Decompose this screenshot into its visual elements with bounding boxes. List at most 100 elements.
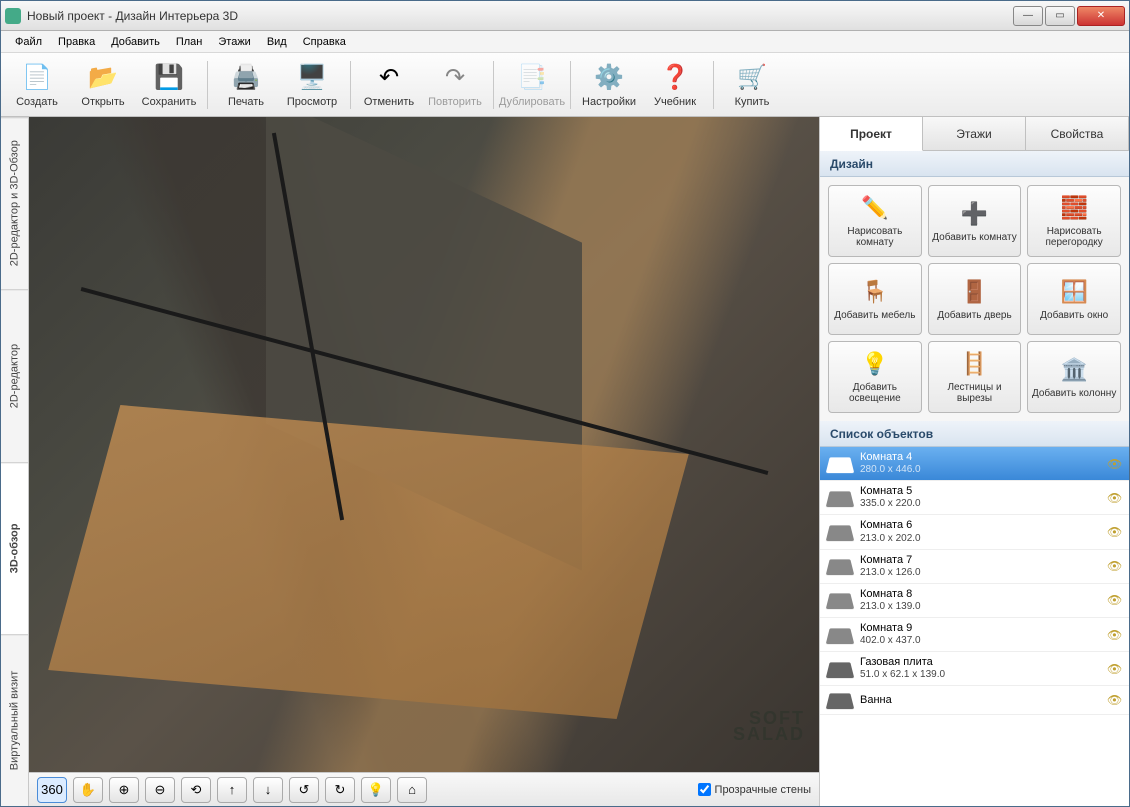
- object-list-item[interactable]: Ванна👁: [820, 686, 1129, 715]
- window-controls: — ▭ ✕: [1013, 6, 1125, 26]
- room-edges: [29, 117, 819, 772]
- menu-item-6[interactable]: Справка: [295, 33, 354, 51]
- design-label: Добавить колонну: [1032, 388, 1116, 399]
- toolbar-open-button[interactable]: 📂Открыть: [71, 56, 135, 114]
- object-list-item[interactable]: Газовая плита51.0 x 62.1 x 139.0👁: [820, 652, 1129, 686]
- transparent-walls-checkbox[interactable]: Прозрачные стены: [698, 783, 811, 796]
- 3d-viewport[interactable]: SOFT SALAD: [29, 117, 819, 772]
- object-list-item[interactable]: Комната 8213.0 x 139.0👁: [820, 584, 1129, 618]
- object-list-item[interactable]: Комната 6213.0 x 202.0👁: [820, 515, 1129, 549]
- undo-icon: ↶: [373, 62, 405, 94]
- visibility-eye-icon[interactable]: 👁: [1107, 525, 1121, 539]
- view-zoom-in-button[interactable]: ⊕: [109, 777, 139, 803]
- view-pan-button[interactable]: ✋: [73, 777, 103, 803]
- design-label: Нарисовать комнату: [831, 226, 919, 248]
- view-home-button[interactable]: ⌂: [397, 777, 427, 803]
- object-list-item[interactable]: Комната 7213.0 x 126.0👁: [820, 550, 1129, 584]
- design-label: Лестницы и вырезы: [931, 382, 1019, 404]
- app-icon: [5, 8, 21, 24]
- toolbar-preview-button[interactable]: 🖥️Просмотр: [280, 56, 344, 114]
- object-list[interactable]: Комната 4280.0 x 446.0👁Комната 5335.0 x …: [820, 447, 1129, 806]
- visibility-eye-icon[interactable]: 👁: [1107, 662, 1121, 676]
- design-tools-grid: ✏️ Нарисовать комнату ➕Добавить комнату 🧱 На…: [820, 177, 1129, 421]
- close-button[interactable]: ✕: [1077, 6, 1125, 26]
- room-icon: [826, 491, 855, 507]
- appliance-icon: [826, 662, 855, 678]
- toolbar-label: Сохранить: [142, 96, 197, 108]
- menu-item-3[interactable]: План: [168, 33, 211, 51]
- right-tab[interactable]: Проект: [820, 117, 923, 151]
- object-list-item[interactable]: Комната 4280.0 x 446.0👁: [820, 447, 1129, 481]
- object-size: 335.0 x 220.0: [860, 498, 1099, 510]
- design-icon: 🧱: [1060, 194, 1088, 222]
- separator: [493, 61, 494, 109]
- checkbox-label: Прозрачные стены: [715, 784, 811, 796]
- left-tab[interactable]: Виртуальный визит: [1, 634, 28, 806]
- room-icon: [826, 628, 855, 644]
- view-zoom-out-button[interactable]: ⊖: [145, 777, 175, 803]
- preview-icon: 🖥️: [296, 62, 328, 94]
- design-button[interactable]: 🪟Добавить окно: [1027, 263, 1121, 335]
- left-tab[interactable]: 2D-редактор и 3D-Обзор: [1, 117, 28, 289]
- design-button[interactable]: ➕Добавить комнату: [928, 185, 1022, 257]
- left-tab[interactable]: 2D-редактор: [1, 289, 28, 461]
- visibility-eye-icon[interactable]: 👁: [1107, 593, 1121, 607]
- design-icon: ➕: [960, 200, 988, 228]
- design-button[interactable]: 💡Добавить освещение: [828, 341, 922, 413]
- design-icon: 💡: [861, 350, 889, 378]
- menu-item-4[interactable]: Этажи: [210, 33, 258, 51]
- visibility-eye-icon[interactable]: 👁: [1107, 559, 1121, 573]
- design-button[interactable]: 🪑Добавить мебель: [828, 263, 922, 335]
- view-orbit-r-button[interactable]: ↻: [325, 777, 355, 803]
- view-rot-reset-button[interactable]: ⟲: [181, 777, 211, 803]
- object-list-item[interactable]: Комната 9402.0 x 437.0👁: [820, 618, 1129, 652]
- left-tab[interactable]: 3D-обзор: [1, 462, 28, 634]
- design-icon: ✏️: [861, 194, 889, 222]
- toolbar-label: Учебник: [654, 96, 696, 108]
- visibility-eye-icon[interactable]: 👁: [1107, 457, 1121, 471]
- visibility-eye-icon[interactable]: 👁: [1107, 491, 1121, 505]
- view-360-button[interactable]: 360: [37, 777, 67, 803]
- design-button[interactable]: 🧱 Нарисовать перегородку: [1027, 185, 1121, 257]
- design-label: Нарисовать перегородку: [1030, 226, 1118, 248]
- object-list-item[interactable]: Комната 5335.0 x 220.0👁: [820, 481, 1129, 515]
- minimize-button[interactable]: —: [1013, 6, 1043, 26]
- view-up-button[interactable]: ↑: [217, 777, 247, 803]
- menu-item-0[interactable]: Файл: [7, 33, 50, 51]
- viewport-toolbar: 360✋⊕⊖⟲↑↓↺↻💡⌂ Прозрачные стены: [29, 772, 819, 806]
- visibility-eye-icon[interactable]: 👁: [1107, 628, 1121, 642]
- design-button[interactable]: ✏️ Нарисовать комнату: [828, 185, 922, 257]
- right-tab[interactable]: Этажи: [923, 117, 1026, 150]
- right-tab[interactable]: Свойства: [1026, 117, 1129, 150]
- toolbar-create-button[interactable]: 📄Создать: [5, 56, 69, 114]
- maximize-button[interactable]: ▭: [1045, 6, 1075, 26]
- object-name: Комната 4: [860, 451, 1099, 464]
- duplicate-icon: 📑: [516, 62, 548, 94]
- design-label: Добавить дверь: [937, 310, 1011, 321]
- toolbar-undo-button[interactable]: ↶Отменить: [357, 56, 421, 114]
- view-orbit-l-button[interactable]: ↺: [289, 777, 319, 803]
- design-button[interactable]: 🚪Добавить дверь: [928, 263, 1022, 335]
- menubar: ФайлПравкаДобавитьПланЭтажиВидСправка: [1, 31, 1129, 53]
- separator: [350, 61, 351, 109]
- transparent-walls-input[interactable]: [698, 783, 711, 796]
- toolbar-settings-button[interactable]: ⚙️Настройки: [577, 56, 641, 114]
- appliance-icon: [826, 694, 855, 710]
- visibility-eye-icon[interactable]: 👁: [1107, 693, 1121, 707]
- view-down-button[interactable]: ↓: [253, 777, 283, 803]
- toolbar-print-button[interactable]: 🖨️Печать: [214, 56, 278, 114]
- toolbar-label: Дублировать: [499, 96, 565, 108]
- toolbar-buy-button[interactable]: 🛒Купить: [720, 56, 784, 114]
- toolbar-tutorial-button[interactable]: ❓Учебник: [643, 56, 707, 114]
- view-light-button[interactable]: 💡: [361, 777, 391, 803]
- design-button[interactable]: 🏛️Добавить колонну: [1027, 341, 1121, 413]
- design-button[interactable]: 🪜Лестницы и вырезы: [928, 341, 1022, 413]
- design-section-header: Дизайн: [820, 151, 1129, 177]
- menu-item-2[interactable]: Добавить: [103, 33, 168, 51]
- menu-item-1[interactable]: Правка: [50, 33, 103, 51]
- toolbar-label: Настройки: [582, 96, 636, 108]
- app-window: Новый проект - Дизайн Интерьера 3D — ▭ ✕…: [0, 0, 1130, 807]
- menu-item-5[interactable]: Вид: [259, 33, 295, 51]
- right-panel: ПроектЭтажиСвойства Дизайн ✏️ Нарисовать …: [819, 117, 1129, 806]
- toolbar-save-button[interactable]: 💾Сохранить: [137, 56, 201, 114]
